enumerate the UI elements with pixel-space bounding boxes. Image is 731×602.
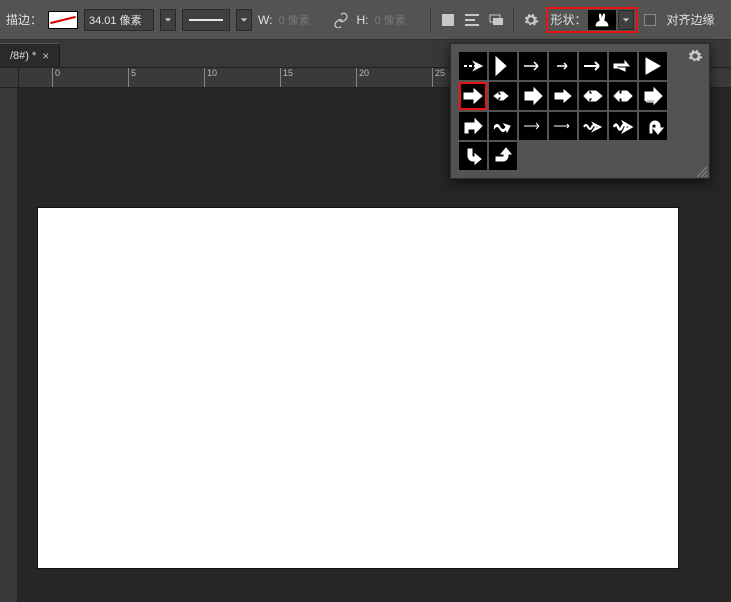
align-icon[interactable] bbox=[463, 11, 481, 29]
shape-arrow-3d[interactable] bbox=[639, 82, 667, 110]
shape-arrow-curve-down[interactable] bbox=[459, 112, 487, 140]
shape-chevron-bold[interactable] bbox=[489, 52, 517, 80]
gear-icon[interactable] bbox=[522, 11, 540, 29]
shape-arrow-block[interactable] bbox=[519, 82, 547, 110]
stroke-style-picker[interactable] bbox=[182, 9, 230, 31]
separator bbox=[513, 7, 514, 33]
shape-arrow-double2[interactable] bbox=[609, 82, 637, 110]
shape-arrow-bold[interactable] bbox=[459, 82, 487, 110]
ruler-tick: 5 bbox=[128, 68, 136, 87]
shape-triangle-right[interactable] bbox=[639, 52, 667, 80]
path-ops-icon[interactable] bbox=[439, 11, 457, 29]
ruler-tick: 25 bbox=[432, 68, 445, 87]
shape-arrow-long2[interactable] bbox=[609, 52, 637, 80]
shape-dropdown-caret[interactable] bbox=[618, 10, 634, 30]
shape-selector-group: 形状： bbox=[546, 7, 638, 33]
ruler-tick: 20 bbox=[356, 68, 369, 87]
canvas[interactable] bbox=[38, 208, 678, 568]
close-tab-icon[interactable]: × bbox=[42, 49, 49, 63]
shape-grid bbox=[459, 52, 701, 170]
shape-arrow-hook-right[interactable] bbox=[459, 142, 487, 170]
ruler-vertical bbox=[0, 88, 18, 602]
stroke-width-dropdown[interactable] bbox=[160, 9, 176, 31]
shape-arrow-uturn[interactable] bbox=[639, 112, 667, 140]
link-wh-icon[interactable] bbox=[332, 11, 350, 29]
shape-arrow-block2[interactable] bbox=[549, 82, 577, 110]
flyout-menu-icon[interactable] bbox=[687, 48, 703, 64]
h-label: H: bbox=[356, 13, 368, 27]
stroke-label: 描边： bbox=[6, 11, 42, 28]
ruler-tick: 0 bbox=[52, 68, 60, 87]
shape-arrow-thin2[interactable] bbox=[519, 112, 547, 140]
w-label: W: bbox=[258, 13, 272, 27]
shape-picker-flyout bbox=[450, 43, 710, 179]
shape-arrow-wave[interactable] bbox=[489, 112, 517, 140]
shape-arrow-thin-short[interactable] bbox=[549, 52, 577, 80]
shape-arrow-double[interactable] bbox=[579, 82, 607, 110]
shape-arrow-long[interactable] bbox=[579, 52, 607, 80]
shape-arrow-squiggle2[interactable] bbox=[609, 112, 637, 140]
shape-arrow-thin3[interactable] bbox=[549, 112, 577, 140]
w-field[interactable]: 0 像素 bbox=[278, 12, 326, 28]
stroke-style-dropdown[interactable] bbox=[236, 9, 252, 31]
stroke-width-field[interactable]: 34.01 像素 bbox=[84, 9, 154, 31]
document-tab-title: /8#) * bbox=[10, 50, 36, 62]
shape-arrow-hook-up[interactable] bbox=[489, 142, 517, 170]
options-bar: 描边： 34.01 像素 W: 0 像素 H: 0 像素 形状： 对齐边缘 bbox=[0, 0, 731, 40]
shape-label: 形状： bbox=[550, 11, 586, 28]
shape-arrow-feather[interactable] bbox=[489, 82, 517, 110]
align-edges-checkbox[interactable] bbox=[644, 14, 656, 26]
shape-arrow-thin[interactable] bbox=[519, 52, 547, 80]
stroke-width-value: 34.01 像素 bbox=[89, 12, 142, 28]
shape-preview[interactable] bbox=[588, 10, 616, 30]
separator bbox=[430, 7, 431, 33]
h-field[interactable]: 0 像素 bbox=[374, 12, 422, 28]
stroke-color-swatch[interactable] bbox=[48, 11, 78, 29]
shape-arrow-dashtail[interactable] bbox=[459, 52, 487, 80]
arrange-icon[interactable] bbox=[487, 11, 505, 29]
document-tab[interactable]: /8#) * × bbox=[0, 43, 60, 67]
align-edges-label: 对齐边缘 bbox=[666, 11, 714, 28]
flyout-resize-handle[interactable] bbox=[697, 166, 707, 176]
ruler-tick: 10 bbox=[204, 68, 217, 87]
ruler-tick: 15 bbox=[280, 68, 293, 87]
shape-arrow-squiggle[interactable] bbox=[579, 112, 607, 140]
stroke-style-line-icon bbox=[189, 19, 223, 21]
